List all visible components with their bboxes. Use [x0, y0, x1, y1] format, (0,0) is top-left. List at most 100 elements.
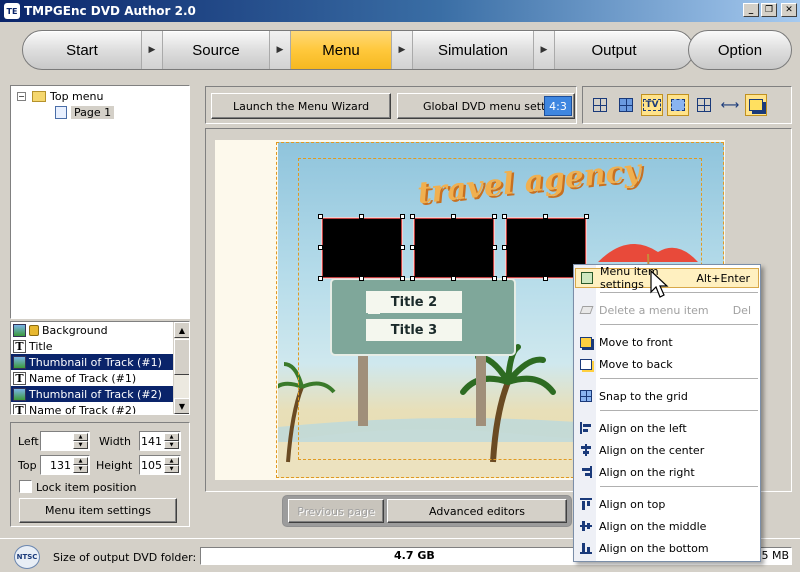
option-button[interactable]: Option — [688, 30, 792, 70]
window-title: TMPGEnc DVD Author 2.0 — [24, 4, 196, 18]
move-to-front-option[interactable]: Move to front — [575, 332, 759, 352]
align-top-option[interactable]: Align on top — [575, 494, 759, 514]
list-item-background[interactable]: Background — [11, 322, 173, 338]
collapse-icon[interactable]: − — [17, 92, 26, 101]
step-output[interactable]: Output — [555, 31, 673, 69]
align-center-icon — [579, 443, 593, 457]
tree-item-page-1[interactable]: Page 1 — [55, 106, 115, 119]
resize-handle[interactable] — [359, 276, 364, 281]
list-item-name-1[interactable]: T Name of Track (#1) — [11, 370, 173, 386]
spin-up-icon[interactable]: ▲ — [73, 433, 88, 441]
tree-item-top-menu[interactable]: − Top menu — [17, 90, 104, 103]
resize-handle[interactable] — [410, 245, 415, 250]
resize-handle[interactable] — [451, 214, 456, 219]
delete-menu-item-option[interactable]: Delete a menu item Del — [575, 300, 759, 320]
left-field[interactable]: ▲ ▼ — [40, 431, 90, 451]
list-item-thumbnail-1[interactable]: Thumbnail of Track (#1) — [11, 354, 173, 370]
scroll-up-icon[interactable]: ▲ — [174, 322, 189, 338]
lock-position-checkbox[interactable] — [19, 480, 32, 493]
resize-handle[interactable] — [400, 214, 405, 219]
resize-handle[interactable] — [410, 276, 415, 281]
scroll-down-icon[interactable]: ▼ — [174, 398, 189, 414]
aspect-ratio-badge[interactable]: 4:3 — [544, 96, 572, 116]
list-item-thumbnail-2[interactable]: Thumbnail of Track (#2) — [11, 386, 173, 402]
resize-handle[interactable] — [410, 214, 415, 219]
stretch-icon[interactable]: ⟷ — [719, 94, 741, 116]
resize-handle[interactable] — [584, 214, 589, 219]
move-to-back-option[interactable]: Move to back — [575, 354, 759, 374]
view-toolbar: TV ⟷ — [582, 86, 792, 124]
scroll-thumb[interactable] — [174, 339, 189, 375]
resize-handle[interactable] — [451, 276, 456, 281]
play-arrow-icon: ▶ — [141, 31, 163, 69]
grid-lines-icon[interactable] — [693, 94, 715, 116]
resize-handle[interactable] — [543, 276, 548, 281]
width-field[interactable]: 141 ▲ ▼ — [139, 431, 181, 451]
spin-up-icon[interactable]: ▲ — [164, 433, 179, 441]
resize-handle[interactable] — [318, 245, 323, 250]
resize-handle[interactable] — [492, 214, 497, 219]
list-item-name-2[interactable]: T Name of Track (#2) — [11, 402, 173, 414]
spin-down-icon[interactable]: ▼ — [164, 465, 179, 473]
image-icon — [13, 323, 26, 337]
step-menu[interactable]: Menu — [291, 31, 391, 69]
resize-handle[interactable] — [318, 276, 323, 281]
height-field[interactable]: 105 ▲ ▼ — [139, 455, 181, 475]
align-right-option[interactable]: Align on the right — [575, 462, 759, 482]
step-source[interactable]: Source — [163, 31, 269, 69]
resize-handle[interactable] — [502, 276, 507, 281]
step-simulation[interactable]: Simulation — [413, 31, 533, 69]
spin-down-icon[interactable]: ▼ — [73, 465, 88, 473]
advanced-editors-button[interactable]: Advanced editors — [387, 499, 567, 523]
title-plate-2[interactable]: Title 2 — [366, 291, 462, 313]
resize-handle[interactable] — [502, 214, 507, 219]
align-middle-option[interactable]: Align on the middle — [575, 516, 759, 536]
previous-page-button[interactable]: Previous page — [288, 499, 384, 523]
launch-wizard-button[interactable]: Launch the Menu Wizard — [211, 93, 391, 119]
resize-handle[interactable] — [492, 276, 497, 281]
lock-icon — [29, 324, 39, 336]
align-bottom-option[interactable]: Align on the bottom — [575, 538, 759, 558]
title-bar: TE TMPGEnc DVD Author 2.0 _ ❐ ✕ — [0, 0, 800, 22]
spin-up-icon[interactable]: ▲ — [164, 457, 179, 465]
align-right-icon — [579, 465, 593, 479]
top-field[interactable]: 131 ▲ ▼ — [40, 455, 90, 475]
edit-icon — [580, 271, 594, 285]
tv-safe-icon[interactable]: TV — [641, 94, 663, 116]
spin-up-icon[interactable]: ▲ — [73, 457, 88, 465]
list-item-title[interactable]: T Title — [11, 338, 173, 354]
resize-handle[interactable] — [502, 245, 507, 250]
close-button[interactable]: ✕ — [781, 3, 797, 17]
context-menu: Menu item settings Alt+Enter Delete a me… — [573, 264, 761, 562]
safe-area-icon[interactable] — [667, 94, 689, 116]
text-icon: T — [13, 339, 26, 353]
align-center-option[interactable]: Align on the center — [575, 440, 759, 460]
spin-down-icon[interactable]: ▼ — [73, 441, 88, 449]
resize-handle[interactable] — [400, 276, 405, 281]
play-arrow-icon: ▶ — [533, 31, 555, 69]
menu-item-settings-button[interactable]: Menu item settings — [19, 498, 177, 523]
grid-fill-icon[interactable] — [615, 94, 637, 116]
spin-down-icon[interactable]: ▼ — [164, 441, 179, 449]
bring-front-icon — [579, 335, 593, 349]
restore-button[interactable]: ❐ — [761, 3, 777, 17]
resize-handle[interactable] — [400, 245, 405, 250]
minimize-button[interactable]: _ — [743, 3, 759, 17]
snap-to-grid-option[interactable]: Snap to the grid — [575, 386, 759, 406]
resize-handle[interactable] — [492, 245, 497, 250]
align-left-option[interactable]: Align on the left — [575, 418, 759, 438]
grid-icon[interactable] — [589, 94, 611, 116]
play-arrow-icon: ▶ — [391, 31, 413, 69]
list-scrollbar[interactable]: ▲ ▼ — [173, 322, 189, 414]
left-label: Left — [18, 435, 39, 448]
thumbnail-track-1[interactable] — [322, 218, 402, 278]
resize-handle[interactable] — [543, 214, 548, 219]
align-left-icon — [579, 421, 593, 435]
layers-icon[interactable] — [745, 94, 767, 116]
resize-handle[interactable] — [318, 214, 323, 219]
title-plate-3[interactable]: Title 3 — [366, 319, 462, 341]
resize-handle[interactable] — [359, 214, 364, 219]
step-start[interactable]: Start — [23, 31, 141, 69]
width-label: Width — [99, 435, 131, 448]
thumbnail-track-2[interactable] — [414, 218, 494, 278]
